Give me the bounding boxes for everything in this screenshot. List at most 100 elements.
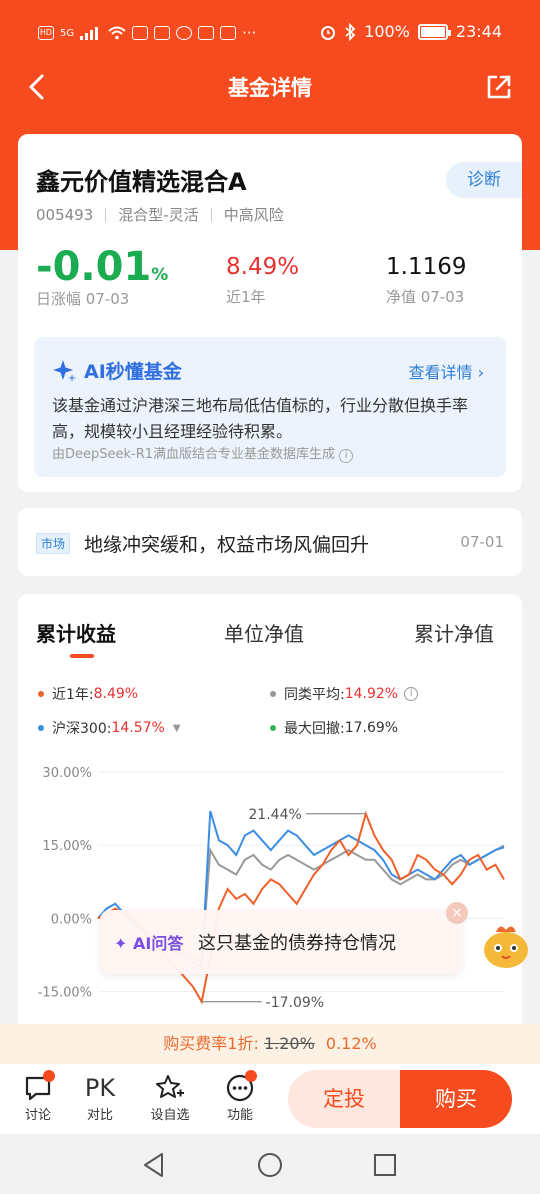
diagnose-button[interactable]: 诊断 [446, 162, 522, 198]
news-card[interactable]: 市场 地缘冲突缓和，权益市场风偏回升 07-01 [18, 508, 522, 576]
ai-qa-tag-text: AI问答 [132, 934, 184, 953]
news-date: 07-01 [460, 533, 504, 551]
ai-summary-box[interactable]: AI秒懂基金 查看详情 › 该基金通过沪港深三地布局低估值标的，行业分散但换手率… [34, 337, 506, 477]
functions-button[interactable]: 功能 [215, 1070, 265, 1123]
ai-question-text: 这只基金的债券持仓情况 [198, 933, 396, 954]
nav-recents-icon[interactable] [373, 1153, 397, 1177]
annotation-label: 21.44% [248, 807, 301, 823]
legend-year-value: 8.49% [93, 686, 139, 702]
app-icon [132, 26, 149, 40]
fund-code: 005493 [36, 205, 94, 224]
ai-qa-tag: ✦ AI问答 [114, 934, 184, 953]
nav-metric: 1.1169 净值 07-03 [386, 254, 466, 307]
notification-dot [43, 1070, 55, 1082]
fee-label: 购买费率1折: [163, 1034, 259, 1053]
view-details-link[interactable]: 查看详情 › [408, 359, 484, 383]
legend-dot [270, 725, 276, 731]
legend-drawdown-label: 最大回撤: [284, 721, 345, 737]
alarm-icon [321, 25, 336, 40]
fund-name: 鑫元价值精选混合A [36, 168, 247, 196]
buy-button[interactable]: 购买 [400, 1070, 512, 1128]
clock: 23:44 [455, 22, 502, 41]
pk-icon: PK [84, 1074, 116, 1102]
legend-index-value: 14.57% [111, 720, 165, 736]
ai-question-popup[interactable]: ✦ AI问答 这只基金的债券持仓情况 × [100, 902, 468, 974]
watchlist-button[interactable]: 设自选 [145, 1072, 195, 1123]
info-icon[interactable]: i [339, 449, 354, 463]
battery-icon [417, 23, 451, 40]
ai-summary-source: 由DeepSeek-R1满血版结合专业基金数据库生成 i [52, 443, 354, 463]
news-title: 地缘冲突缓和，权益市场风偏回升 [84, 534, 370, 556]
discuss-label: 讨论 [24, 1108, 51, 1123]
sparkle-icon [53, 359, 76, 382]
chevron-right-icon: › [477, 363, 484, 382]
daily-change-label: 日涨幅 07-03 [36, 290, 130, 308]
bluetooth-icon [345, 22, 356, 41]
page-title: 基金详情 [228, 76, 312, 100]
discuss-button[interactable]: 讨论 [13, 1070, 63, 1123]
nav-value: 1.1169 [386, 254, 467, 280]
caret-down-icon: ▼ [172, 722, 181, 734]
watchlist-label: 设自选 [150, 1108, 190, 1123]
tab-cumulative-return[interactable]: 累计收益 [36, 618, 116, 647]
fund-type: 混合型-灵活 [118, 206, 199, 224]
compare-button[interactable]: PK 对比 [75, 1072, 125, 1123]
performance-chart[interactable]: 30.00% 15.00% 0.00% -15.00% 21.44% -17.09% [18, 754, 522, 1024]
tab-cumulative-nav[interactable]: 累计净值 [414, 618, 494, 647]
daily-change-unit: % [151, 265, 169, 285]
share-icon[interactable] [482, 70, 516, 104]
nav-back-icon[interactable] [142, 1152, 166, 1178]
fund-summary-card: 鑫元价值精选混合A 诊断 005493 混合型-灵活 中高风险 -0.01% 日… [18, 134, 522, 492]
nav-home-icon[interactable] [257, 1152, 283, 1178]
legend-dot [38, 691, 44, 697]
legend-year: 近1年: 8.49% [38, 684, 138, 704]
fee-banner: 购买费率1折: 1.20% 0.12% [0, 1024, 540, 1064]
year-return-metric: 8.49% 近1年 [226, 254, 299, 307]
functions-label: 功能 [226, 1108, 253, 1123]
legend-index[interactable]: 沪深300: 14.57% ▼ [38, 718, 181, 738]
bottom-action-bar: 讨论 PK 对比 设自选 功能 定投 购买 [0, 1064, 540, 1134]
news-tag: 市场 [36, 533, 71, 554]
mascot-icon[interactable] [478, 918, 534, 974]
nav-bar: 基金详情 [0, 60, 540, 114]
fund-risk: 中高风险 [223, 206, 284, 224]
info-icon[interactable]: i [404, 687, 419, 701]
daily-change-metric: -0.01% 日涨幅 07-03 [36, 244, 168, 309]
performance-chart-card: 累计收益 单位净值 累计净值 近1年: 8.49% 同类平均: 14.92% i 沪… [18, 594, 522, 1074]
app-icon [198, 26, 215, 40]
battery-percent: 100% [364, 22, 410, 41]
daily-change-value: -0.01 [36, 244, 152, 290]
tab-unit-nav[interactable]: 单位净值 [224, 618, 304, 647]
y-tick-label: 0.00% [51, 912, 92, 927]
y-tick-label: -15.00% [38, 986, 92, 1001]
annotation-label: -17.09% [266, 995, 324, 1011]
view-details-text: 查看详情 [408, 363, 473, 382]
legend-drawdown-value: 17.69% [344, 720, 399, 736]
chart-tabs: 累计收益 单位净值 累计净值 [18, 618, 522, 658]
legend-peer-label: 同类平均: [284, 687, 345, 703]
year-return-value: 8.49% [226, 254, 300, 280]
divider [210, 207, 212, 222]
star-add-icon [156, 1075, 184, 1098]
legend-index-label: 沪深300: [52, 721, 112, 737]
close-icon[interactable]: × [446, 902, 468, 924]
ai-summary-text: 该基金通过沪港深三地布局低估值标的，行业分散但换手率高，规模较小且经理经验待积累… [52, 396, 469, 441]
more-notifications-icon: ··· [242, 24, 257, 42]
ai-summary-title-text: AI秒懂基金 [84, 361, 182, 383]
active-tab-indicator [70, 654, 94, 658]
app-icon [154, 26, 171, 40]
message-icon [176, 26, 193, 40]
signal-icon [80, 27, 99, 40]
legend-drawdown: 最大回撤: 17.69% [270, 718, 398, 738]
system-nav-bar [0, 1134, 540, 1194]
fixed-investment-button[interactable]: 定投 [288, 1070, 400, 1128]
fee-new-rate: 0.12% [325, 1034, 377, 1053]
nav-label: 净值 07-03 [386, 288, 465, 306]
legend-year-label: 近1年: [52, 687, 94, 703]
year-return-label: 近1年 [226, 288, 266, 306]
signal-label: 5G [60, 27, 75, 39]
legend-peer: 同类平均: 14.92% i [270, 684, 419, 704]
app-icon [220, 26, 237, 40]
y-tick-label: 30.00% [42, 766, 92, 781]
wifi-icon [108, 26, 126, 40]
